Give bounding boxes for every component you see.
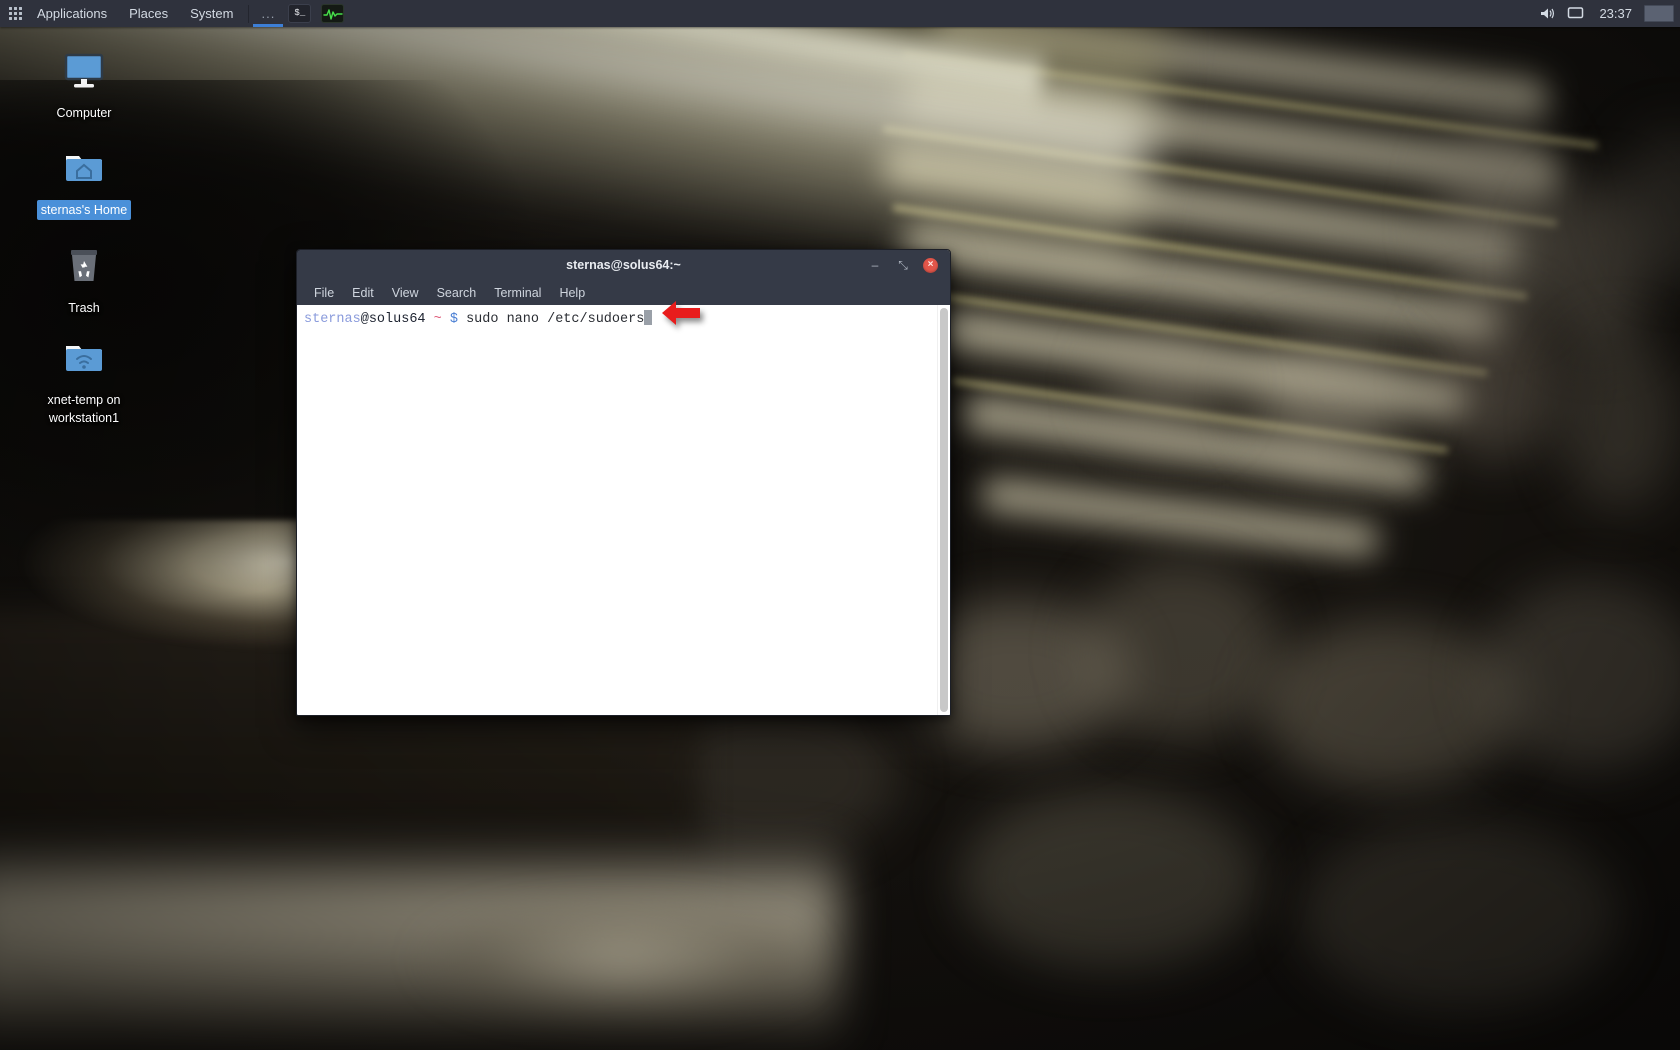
prompt-path: ~ bbox=[433, 312, 442, 327]
terminal-titlebar[interactable]: sternas@solus64:~ – ⤡ × bbox=[297, 250, 950, 280]
desktop-icon-label: sternas's Home bbox=[36, 200, 132, 221]
window-tasklist: ... bbox=[253, 0, 284, 27]
terminal-command: sudo nano /etc/sudoers bbox=[466, 312, 645, 327]
trash-icon bbox=[60, 243, 108, 291]
menu-view[interactable]: View bbox=[383, 283, 428, 303]
desktop-icon-label: Trash bbox=[68, 301, 100, 315]
menu-edit[interactable]: Edit bbox=[343, 283, 383, 303]
terminal-menubar: File Edit View Search Terminal Help bbox=[297, 280, 950, 305]
desktop-icon-home[interactable]: sternas's Home bbox=[26, 145, 142, 221]
menu-help[interactable]: Help bbox=[550, 283, 594, 303]
terminal-output[interactable]: sternas@solus64 ~ $ sudo nano /etc/sudoe… bbox=[297, 305, 937, 715]
desktop-icon-trash[interactable]: Trash bbox=[26, 243, 142, 318]
clock[interactable]: 23:37 bbox=[1591, 6, 1640, 21]
prompt-user: sternas bbox=[304, 312, 361, 327]
terminal-prompt-glyph: $_ bbox=[294, 8, 306, 18]
home-folder-icon bbox=[60, 145, 108, 193]
heartbeat-icon bbox=[323, 8, 343, 20]
volume-icon[interactable] bbox=[1535, 0, 1559, 27]
terminal-body[interactable]: sternas@solus64 ~ $ sudo nano /etc/sudoe… bbox=[297, 305, 950, 715]
task-item-active[interactable]: ... bbox=[253, 0, 284, 27]
red-left-arrow-icon bbox=[660, 297, 702, 329]
monitor-icon bbox=[60, 48, 108, 96]
network-folder-icon bbox=[60, 335, 108, 383]
close-button[interactable]: × bbox=[923, 257, 938, 273]
minimize-button[interactable]: – bbox=[867, 257, 883, 273]
menu-file[interactable]: File bbox=[305, 283, 343, 303]
prompt-host: @solus64 bbox=[360, 312, 426, 327]
terminal-launcher[interactable]: $_ bbox=[288, 4, 312, 23]
terminal-scrollbar-thumb[interactable] bbox=[940, 308, 948, 712]
panel-separator bbox=[248, 4, 250, 23]
desktop-screen: Applications Places System ... $_ 23:37 … bbox=[0, 0, 1680, 1050]
system-monitor-launcher[interactable] bbox=[321, 4, 345, 23]
menu-search[interactable]: Search bbox=[428, 283, 486, 303]
maximize-button[interactable]: ⤡ bbox=[895, 257, 911, 273]
desktop-icon-network-share[interactable]: xnet-temp on workstation1 bbox=[26, 335, 142, 428]
menu-applications[interactable]: Applications bbox=[26, 0, 118, 27]
terminal-cursor bbox=[644, 310, 653, 325]
top-panel: Applications Places System ... $_ 23:37 bbox=[0, 0, 1680, 27]
terminal-window[interactable]: sternas@solus64:~ – ⤡ × File Edit View S… bbox=[296, 249, 951, 716]
grid-dots-icon[interactable] bbox=[4, 0, 26, 27]
menu-places[interactable]: Places bbox=[118, 0, 179, 27]
menu-terminal[interactable]: Terminal bbox=[485, 283, 550, 303]
window-controls: – ⤡ × bbox=[867, 257, 950, 273]
prompt-symbol: $ bbox=[449, 312, 458, 327]
panel-tray: 23:37 bbox=[1535, 0, 1680, 27]
desktop-icon-label: xnet-temp on workstation1 bbox=[47, 393, 121, 426]
desktop-icon-label: Computer bbox=[56, 106, 112, 120]
terminal-scrollbar[interactable] bbox=[937, 305, 950, 715]
display-icon[interactable] bbox=[1563, 0, 1587, 27]
menu-system[interactable]: System bbox=[179, 0, 244, 27]
desktop-icon-computer[interactable]: Computer bbox=[26, 48, 142, 123]
terminal-title: sternas@solus64:~ bbox=[566, 258, 681, 272]
workspace-switcher[interactable] bbox=[1644, 5, 1674, 22]
